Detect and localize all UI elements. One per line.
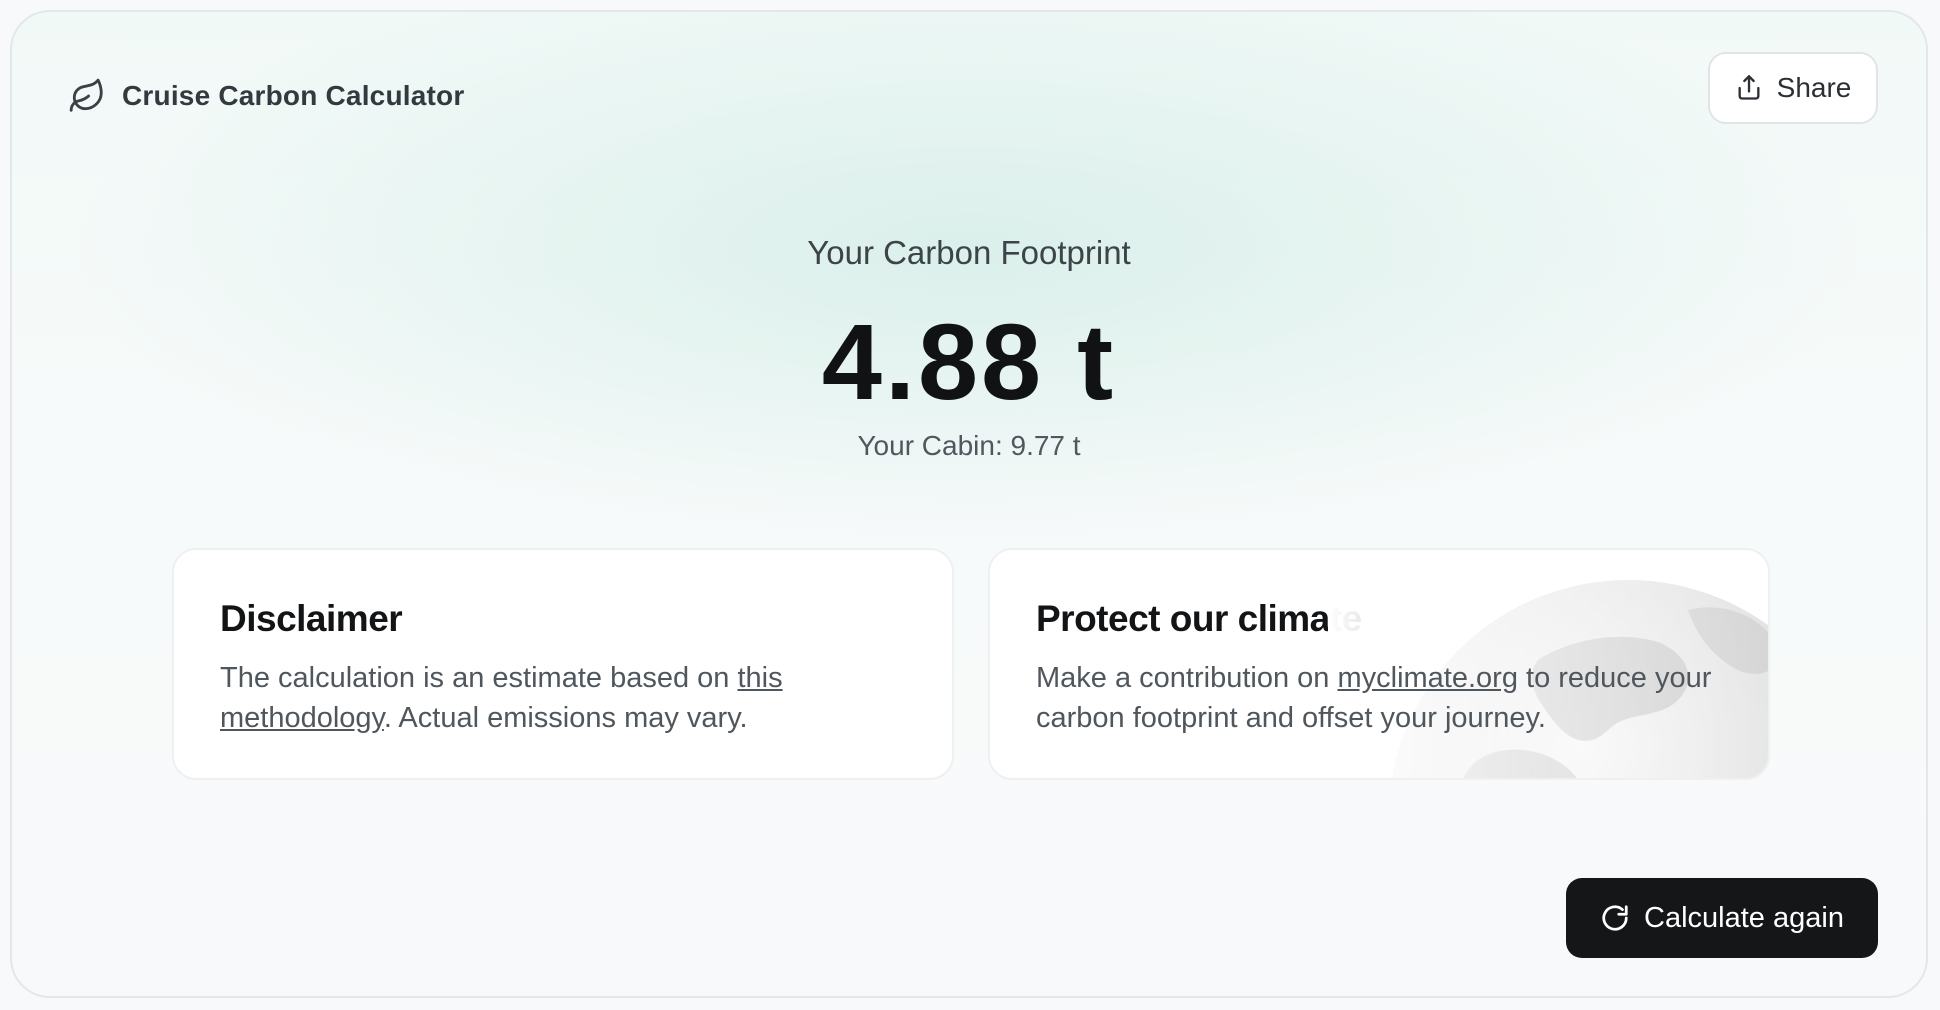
disclaimer-card: Disclaimer The calculation is an estimat… <box>172 548 954 780</box>
calculate-again-button[interactable]: Calculate again <box>1566 878 1878 958</box>
disclaimer-title: Disclaimer <box>220 598 403 639</box>
brand: Cruise Carbon Calculator <box>68 68 464 124</box>
refresh-icon <box>1602 905 1628 931</box>
result-heading: Your Carbon Footprint <box>807 234 1131 271</box>
climate-text: Make a contribution on myclimate.org to … <box>1036 658 1736 738</box>
cabin-footprint: Your Cabin: 9.77 t <box>857 430 1081 461</box>
disclaimer-text: The calculation is an estimate based on … <box>220 658 920 738</box>
leaf-icon <box>69 78 103 112</box>
share-button[interactable]: Share <box>1708 52 1878 124</box>
share-icon <box>1738 75 1760 100</box>
climate-card: Protect our climate Make a contribution … <box>988 548 1770 780</box>
climate-title: Protect our climate <box>1036 598 1362 639</box>
disclaimer-text-before: The calculation is an estimate based on <box>220 662 738 694</box>
disclaimer-text-after: . Actual emissions may vary. <box>383 702 748 734</box>
calculate-again-label: Calculate again <box>1644 901 1844 934</box>
share-label: Share <box>1776 72 1852 103</box>
climate-text-before: Make a contribution on <box>1036 662 1338 694</box>
footprint-value: 4.88 t <box>821 301 1117 422</box>
myclimate-link[interactable]: myclimate.org <box>1337 662 1518 694</box>
app-title: Cruise Carbon Calculator <box>122 80 465 111</box>
app-frame: Cruise Carbon Calculator Share Your Carb… <box>10 10 1928 998</box>
